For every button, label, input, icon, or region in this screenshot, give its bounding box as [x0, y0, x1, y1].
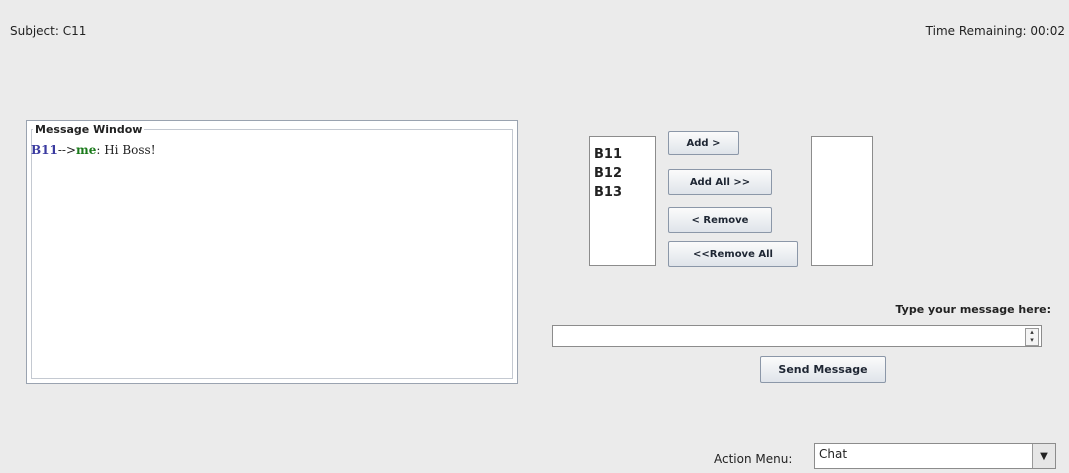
available-recipients-list[interactable]: B11 B12 B13	[589, 136, 656, 266]
message-window-title: Message Window	[33, 123, 145, 136]
message-window: Message Window B11-->me: Hi Boss!	[26, 120, 518, 384]
add-button[interactable]: Add >	[668, 131, 739, 155]
action-menu-value: Chat	[819, 447, 848, 461]
message-arrow: -->	[57, 143, 77, 157]
spinner-control[interactable]: ▴ ▾	[1025, 328, 1039, 346]
remove-all-button[interactable]: <<Remove All	[668, 241, 798, 267]
time-remaining: Time Remaining: 00:02	[925, 24, 1065, 38]
list-item[interactable]: B12	[594, 164, 655, 183]
spinner-down-icon[interactable]: ▾	[1026, 337, 1038, 345]
send-message-button[interactable]: Send Message	[760, 356, 886, 383]
message-prompt-label: Type your message here:	[895, 303, 1051, 316]
message-sender: B11	[31, 143, 58, 157]
message-line: B11-->me: Hi Boss!	[31, 143, 156, 157]
message-recipient: me	[76, 143, 97, 157]
add-all-button[interactable]: Add All >>	[668, 169, 772, 195]
message-window-frame	[31, 129, 513, 379]
message-text: Hi Boss!	[100, 143, 156, 157]
list-item[interactable]: B11	[594, 145, 655, 164]
chevron-down-icon[interactable]: ▼	[1032, 444, 1055, 468]
selected-recipients-list[interactable]	[811, 136, 873, 266]
remove-button[interactable]: < Remove	[668, 207, 772, 233]
action-menu-select[interactable]: Chat ▼	[814, 443, 1056, 469]
message-input[interactable]	[555, 327, 1019, 347]
list-item[interactable]: B13	[594, 183, 655, 202]
action-menu-label: Action Menu:	[714, 452, 793, 466]
message-input-box[interactable]: ▴ ▾	[552, 325, 1042, 347]
subject-label: Subject: C11	[10, 24, 87, 38]
